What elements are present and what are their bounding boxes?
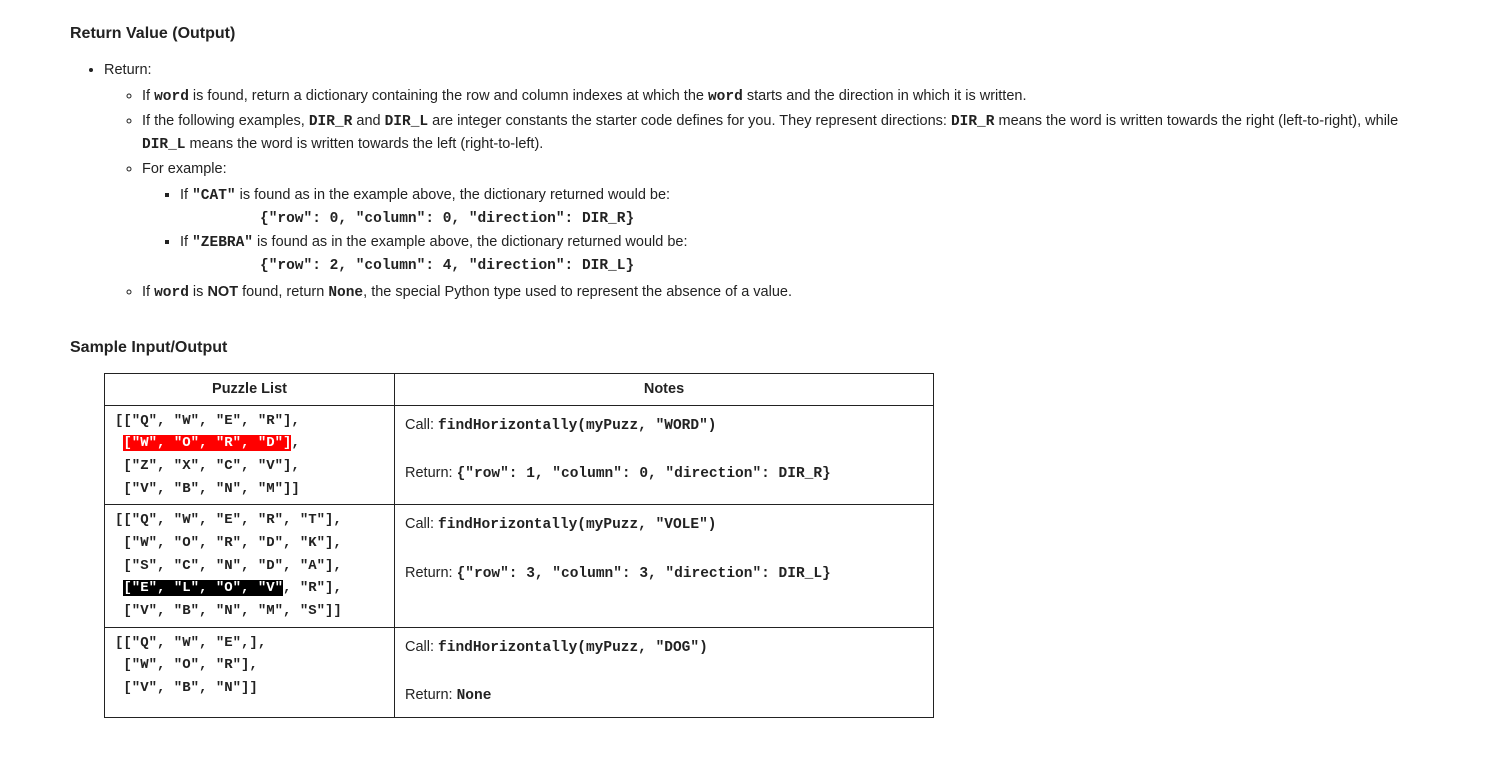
code-word: word	[154, 285, 189, 301]
example-cat-code: {"row": 0, "column": 0, "direction": DIR…	[260, 208, 1428, 230]
return-line: Return: {"row": 3, "column": 3, "directi…	[405, 560, 923, 589]
highlighted-text: ["E", "L", "O", "V"	[123, 580, 283, 596]
text: are integer constants the starter code d…	[428, 113, 951, 129]
spacer	[405, 540, 923, 560]
notes-cell: Call: findHorizontally(myPuzz, "DOG") Ret…	[395, 627, 934, 717]
return-value-heading: Return Value (Output)	[70, 22, 1428, 47]
text: For example:	[142, 161, 227, 177]
highlighted-text: ["W", "O", "R", "D"]	[123, 435, 291, 451]
call-code: findHorizontally(myPuzz, "WORD")	[438, 418, 716, 434]
call-line: Call: findHorizontally(myPuzz, "DOG")	[405, 634, 923, 663]
puzzle-cell: [["Q", "W", "E", "R"], ["W", "O", "R", "…	[105, 405, 395, 505]
call-label: Call:	[405, 417, 438, 433]
sub-notfound: If word is NOT found, return None, the s…	[142, 281, 1428, 304]
text: means the word is written towards the ri…	[994, 113, 1398, 129]
call-code: findHorizontally(myPuzz, "DOG")	[438, 640, 708, 656]
code-none: None	[328, 285, 363, 301]
example-cat: If "CAT" is found as in the example abov…	[180, 184, 1428, 230]
return-line: Return: None	[405, 682, 923, 711]
spacer	[405, 440, 923, 460]
spacer	[405, 662, 923, 682]
text: and	[352, 113, 384, 129]
call-line: Call: findHorizontally(myPuzz, "WORD")	[405, 412, 923, 441]
example-list: If "CAT" is found as in the example abov…	[142, 184, 1428, 277]
not-bold: NOT	[207, 284, 238, 300]
sample-io-heading: Sample Input/Output	[70, 336, 1428, 361]
return-label: Return:	[405, 687, 457, 703]
code-cat: "CAT"	[192, 188, 236, 204]
example-zebra-code: {"row": 2, "column": 4, "direction": DIR…	[260, 255, 1428, 277]
return-sublist: If word is found, return a dictionary co…	[104, 85, 1428, 304]
text: If	[180, 187, 192, 203]
text: If	[142, 284, 154, 300]
notes-cell: Call: findHorizontally(myPuzz, "VOLE") Re…	[395, 505, 934, 627]
code-word: word	[154, 89, 189, 105]
call-label: Call:	[405, 516, 438, 532]
return-label: Return:	[104, 62, 152, 78]
text: If the following examples,	[142, 113, 309, 129]
table-row: [["Q", "W", "E",], ["W", "O", "R"], ["V"…	[105, 627, 934, 717]
code-dirl: DIR_L	[142, 137, 186, 153]
return-label: Return:	[405, 465, 457, 481]
return-code: None	[457, 688, 492, 704]
code-dirr: DIR_R	[951, 114, 995, 130]
sub-example: For example: If "CAT" is found as in the…	[142, 158, 1428, 277]
puzzle-cell: [["Q", "W", "E", "R", "T"], ["W", "O", "…	[105, 505, 395, 627]
table-row: [["Q", "W", "E", "R", "T"], ["W", "O", "…	[105, 505, 934, 627]
code-dirl: DIR_L	[385, 114, 429, 130]
text: , the special Python type used to repres…	[363, 284, 792, 300]
text: is found as in the example above, the di…	[253, 234, 687, 250]
text: found, return	[238, 284, 328, 300]
text: means the word is written towards the le…	[186, 136, 544, 152]
call-line: Call: findHorizontally(myPuzz, "VOLE")	[405, 511, 923, 540]
return-code: {"row": 3, "column": 3, "direction": DIR…	[457, 566, 831, 582]
col-puzzle-list: Puzzle List	[105, 374, 395, 405]
code-zebra: "ZEBRA"	[192, 235, 253, 251]
call-label: Call:	[405, 639, 438, 655]
text: starts and the direction in which it is …	[743, 88, 1027, 104]
call-code: findHorizontally(myPuzz, "VOLE")	[438, 517, 716, 533]
return-item: Return: If word is found, return a dicti…	[104, 59, 1428, 305]
text: If	[142, 88, 154, 104]
text: is	[189, 284, 208, 300]
return-label: Return:	[405, 565, 457, 581]
return-line: Return: {"row": 1, "column": 0, "directi…	[405, 460, 923, 489]
notes-cell: Call: findHorizontally(myPuzz, "WORD") Re…	[395, 405, 934, 505]
table-row: [["Q", "W", "E", "R"], ["W", "O", "R", "…	[105, 405, 934, 505]
example-zebra: If "ZEBRA" is found as in the example ab…	[180, 231, 1428, 277]
sample-table: Puzzle List Notes [["Q", "W", "E", "R"],…	[104, 373, 934, 718]
return-code: {"row": 1, "column": 0, "direction": DIR…	[457, 466, 831, 482]
text: is found, return a dictionary containing…	[189, 88, 708, 104]
code-word: word	[708, 89, 743, 105]
text: If	[180, 234, 192, 250]
col-notes: Notes	[395, 374, 934, 405]
text: is found as in the example above, the di…	[236, 187, 670, 203]
sub-constants: If the following examples, DIR_R and DIR…	[142, 110, 1428, 157]
return-list: Return: If word is found, return a dicti…	[70, 59, 1428, 305]
code-text: [["Q", "W", "E",], ["W", "O", "R"], ["V"…	[115, 635, 266, 696]
code-dirr: DIR_R	[309, 114, 353, 130]
puzzle-cell: [["Q", "W", "E",], ["W", "O", "R"], ["V"…	[105, 627, 395, 717]
sub-found: If word is found, return a dictionary co…	[142, 85, 1428, 108]
